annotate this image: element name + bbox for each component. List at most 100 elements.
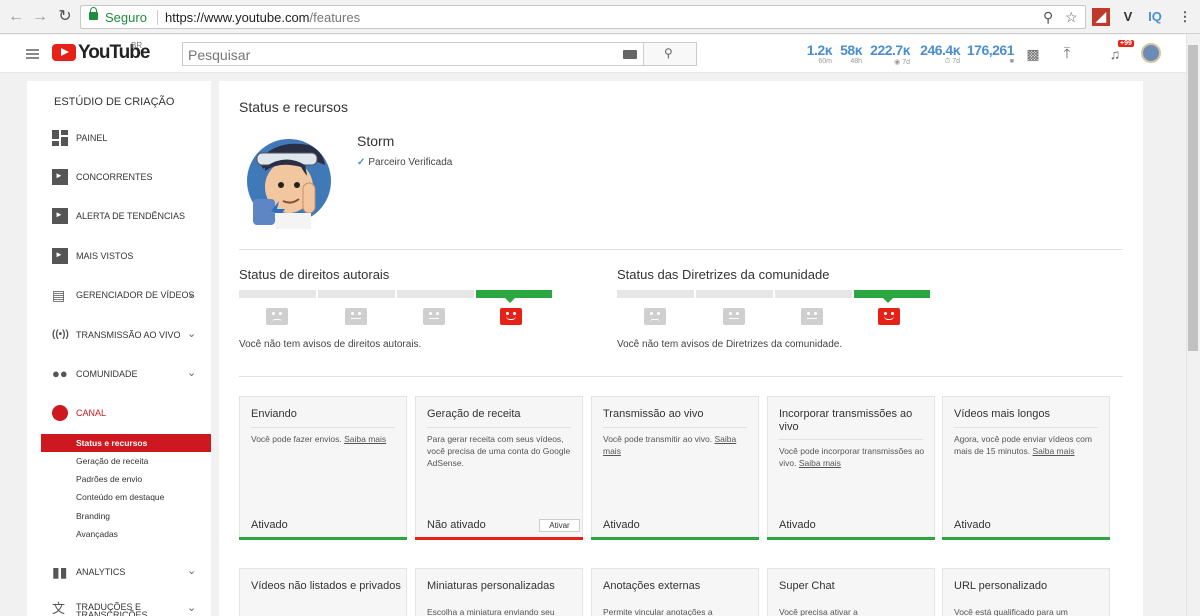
extension-iq-icon[interactable]: IQ [1146,8,1164,26]
feature-status: Ativado [779,519,816,531]
activate-button[interactable]: Ativar [539,519,580,532]
trend-alert-icon [52,208,68,224]
secure-label: Seguro [105,10,147,25]
forward-arrow-icon[interactable]: → [30,7,50,27]
bookmark-star-icon[interactable]: ☆ [1065,9,1078,26]
menu-dots-icon[interactable]: ⋮ [1176,8,1194,26]
competitors-icon [52,169,68,185]
community-meter-seg-1 [617,290,694,298]
chevron-down-icon[interactable]: ⌄ [187,564,196,577]
sidebar-item-concorrentes[interactable]: CONCORRENTES [27,166,211,190]
community-people-icon: ●● [52,366,68,381]
sidebar-subitem-branding[interactable]: Branding [41,507,211,525]
sidebar-item-comunidade[interactable]: ●● COMUNIDADE ⌄ [27,363,211,387]
channel-name: Storm [357,133,395,149]
zoom-icon[interactable]: ⚲ [1043,9,1053,26]
extension-chart-icon[interactable]: ◢ [1092,8,1110,26]
status-bar-green [591,537,759,540]
sidebar-item-canal[interactable]: CANAL [27,402,211,426]
feature-status: Ativado [954,519,991,531]
sidebar-subitem-geracao-receita[interactable]: Geração de receita [41,452,211,470]
keyboard-icon[interactable] [623,50,637,59]
feature-card-nao-listados: Vídeos não listados e privados [239,568,407,616]
feature-card-anotacoes: Anotações externas Permite vincular anot… [591,568,759,616]
analytics-icon: ▮▮ [52,564,68,580]
small-lock-icon: ■ [1009,58,1014,65]
page-title: Status e recursos [239,99,348,115]
youtube-header: YouTube BR Pesquisar ⚲ 1.2ĸ 60m 58ĸ 48h … [0,35,1186,73]
scrollbar-thumb[interactable] [1188,45,1198,351]
main-panel: Status e recursos Storm ✓ Parceiro Verifi… [219,81,1143,616]
sidebar-item-analytics[interactable]: ▮▮ ANALYTICS ⌄ [27,561,211,585]
eye-icon: ◉ [894,59,903,66]
copyright-meter-seg-2 [318,290,395,298]
sidebar-item-traducoes[interactable]: 文 TRADUÇÕES E TRANSCRIÇÕES ⌄ [27,598,211,616]
translate-icon: 文 [52,601,66,616]
live-broadcast-icon: ((•)) [52,329,69,340]
status-bar-red [415,537,583,540]
region-label: BR [131,41,143,50]
checkmark-icon: ✓ [357,157,366,168]
chevron-down-icon[interactable]: ⌄ [187,366,196,379]
status-bar-green [767,537,935,540]
copyright-meter-seg-3 [397,290,474,298]
back-arrow-icon[interactable]: ← [6,7,26,27]
sad-face-icon [644,308,666,325]
channel-person-icon [52,405,68,421]
sidebar-subitem-padroes-envio[interactable]: Padrões de envio [41,470,211,488]
copyright-status-text: Você não tem avisos de direitos autorais… [239,339,422,350]
chevron-down-icon[interactable]: ⌄ [187,327,196,340]
feature-status: Ativado [251,519,288,531]
neutral-face-icon [801,308,823,325]
feature-card-incorporar: Incorporar transmissões ao vivo Você pod… [767,396,935,540]
most-viewed-icon [52,248,68,264]
feature-card-url-personalizado: URL personalizado Você está qualificado … [942,568,1110,616]
chevron-down-icon[interactable]: ⌄ [187,287,196,300]
copyright-meter-seg-4-active [476,290,552,298]
learn-more-link[interactable]: Saiba mais [1032,446,1074,456]
status-bar-green [942,537,1110,540]
verified-partner-label: ✓ Parceiro Verificada [357,157,453,168]
sidebar-item-alerta-tendencias[interactable]: ALERTA DE TENDÊNCIAS [27,205,211,229]
learn-more-link[interactable]: Saiba mais [799,458,841,468]
sad-face-icon [266,308,288,325]
learn-more-link[interactable]: Saiba mais [344,434,386,444]
reload-icon[interactable]: ↻ [55,7,75,27]
upload-icon[interactable]: ⤒ [1058,45,1076,63]
neutral-face-icon [423,308,445,325]
sidebar-item-mais-vistos[interactable]: MAIS VISTOS [27,245,211,269]
copyright-meter-seg-1 [239,290,316,298]
search-input[interactable]: Pesquisar [182,42,644,66]
studio-sidebar: ESTÚDIO DE CRIAÇÃO PAINEL CONCORRENTES A… [27,81,211,616]
youtube-logo-icon[interactable] [52,44,76,61]
account-avatar[interactable] [1141,43,1161,63]
copyright-status-title: Status de direitos autorais [239,267,390,282]
analytics-bars-icon[interactable]: ▩ [1024,45,1042,63]
search-placeholder: Pesquisar [188,47,251,63]
browser-toolbar: ← → ↻ Seguro https://www.youtube.com/fea… [0,0,1200,34]
feature-card-transmissao: Transmissão ao vivo Você pode transmitir… [591,396,759,540]
sidebar-subitem-conteudo-destaque[interactable]: Conteúdo em destaque [41,488,211,506]
hamburger-menu-icon[interactable] [26,49,39,59]
sidebar-item-gerenciador-videos[interactable]: ▤ GERENCIADOR DE VÍDEOS ⌄ [27,284,211,308]
sidebar-item-painel[interactable]: PAINEL [27,127,211,151]
chevron-down-icon[interactable]: ⌄ [187,601,196,614]
stat-views-48h: 58ĸ 48h [840,42,862,65]
notification-bell-icon[interactable]: ♫ [1106,45,1124,63]
sidebar-title: ESTÚDIO DE CRIAÇÃO [54,96,175,108]
feature-status: Não ativado [427,519,486,531]
sidebar-subitem-avancadas[interactable]: Avançadas [41,525,211,543]
community-status-title: Status das Diretrizes da comunidade [617,267,830,282]
address-bar[interactable]: Seguro https://www.youtube.com/features … [80,5,1086,29]
extension-v-icon[interactable]: V [1119,8,1137,26]
status-bar-green [239,537,407,540]
sidebar-subitem-status-recursos[interactable]: Status e recursos [41,434,211,452]
notification-badge: +99 [1118,40,1134,47]
video-manager-icon: ▤ [52,287,66,303]
feature-card-miniaturas: Miniaturas personalizadas Escolha a mini… [415,568,583,616]
happy-face-icon [878,308,900,325]
url-text: https://www.youtube.com/features [165,10,361,25]
sidebar-item-transmissao[interactable]: ((•)) TRANSMISSÃO AO VIVO ⌄ [27,324,211,348]
channel-avatar[interactable] [245,131,331,229]
search-button[interactable]: ⚲ [643,42,697,66]
